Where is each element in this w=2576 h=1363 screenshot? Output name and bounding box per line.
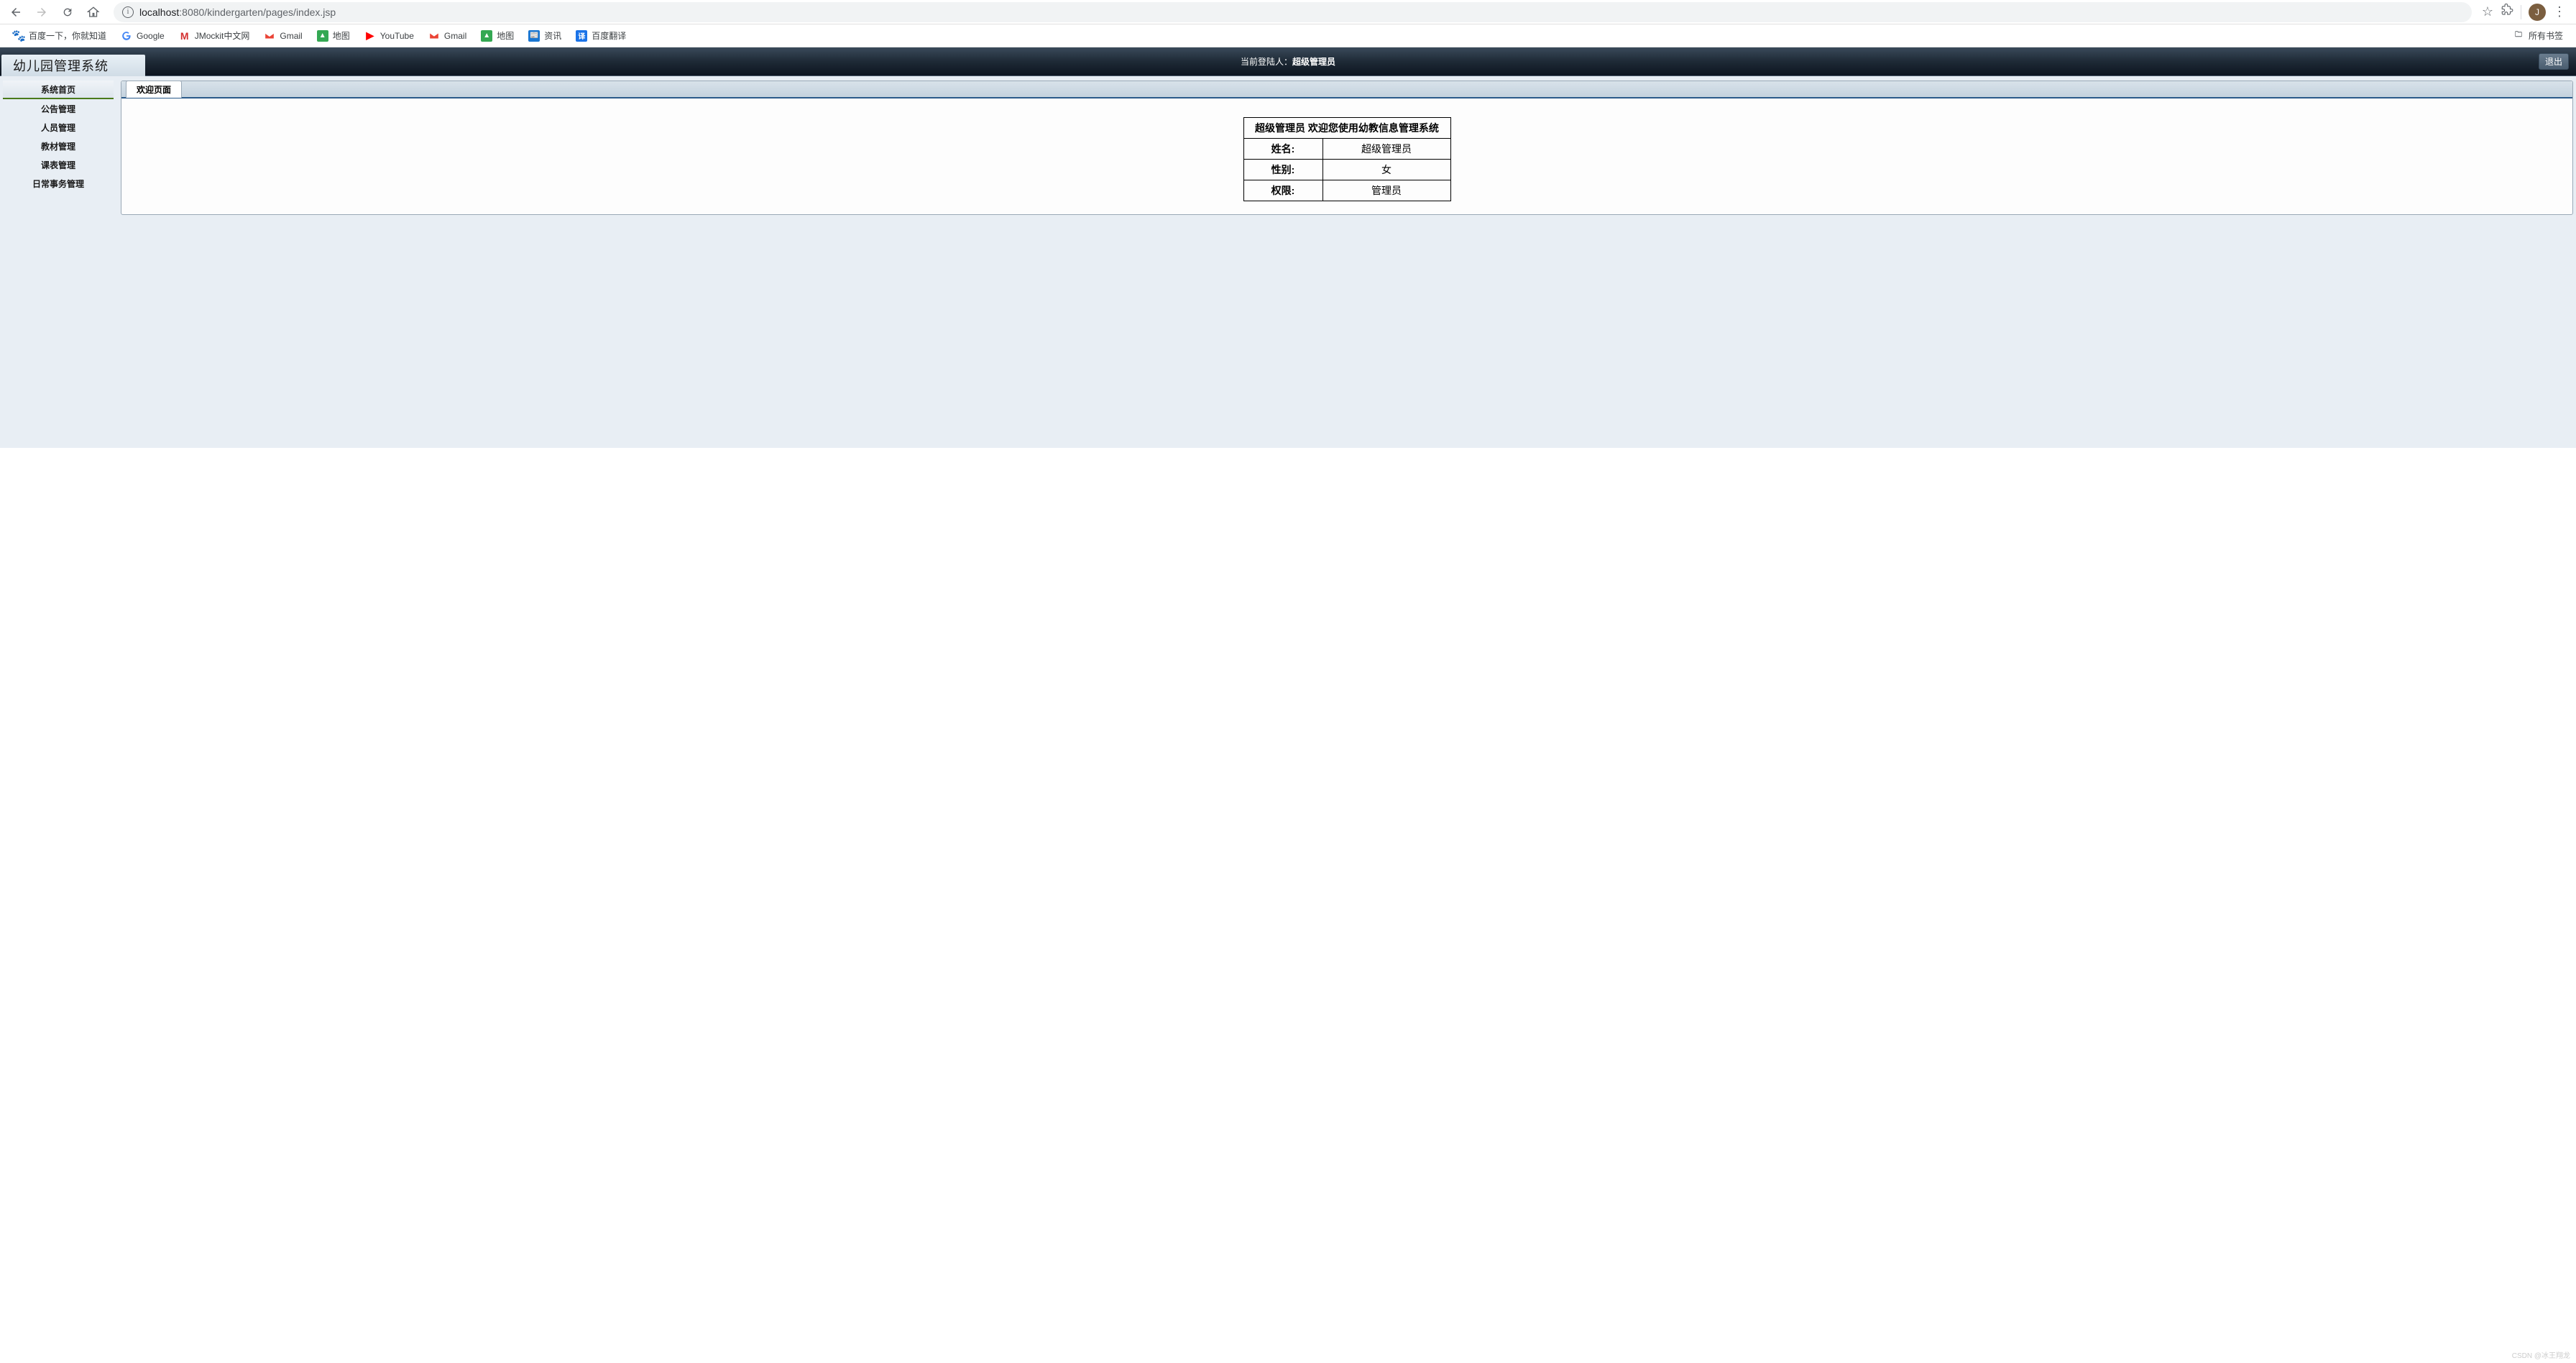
bookmark-label: Gmail xyxy=(444,31,466,41)
forward-button[interactable] xyxy=(32,2,52,22)
site-info-icon[interactable]: i xyxy=(122,6,134,18)
bookmark-label: 资讯 xyxy=(544,29,561,42)
bookmark-google[interactable]: Google xyxy=(115,27,170,45)
sidebar: 系统首页 公告管理 人员管理 教材管理 课表管理 日常事务管理 xyxy=(3,81,114,215)
url-host: localhost xyxy=(139,6,179,18)
sidebar-item-label: 人员管理 xyxy=(41,121,75,134)
login-label: 当前登陆人： xyxy=(1241,57,1292,67)
tab-label: 欢迎页面 xyxy=(137,85,171,95)
row-label: 权限: xyxy=(1243,180,1322,201)
bookmark-label: 所有书签 xyxy=(2529,29,2563,42)
sidebar-item-home[interactable]: 系统首页 xyxy=(3,81,114,99)
home-button[interactable] xyxy=(83,2,104,22)
bookmark-star-icon[interactable]: ☆ xyxy=(2482,4,2493,19)
bookmark-label: Gmail xyxy=(280,31,302,41)
bookmarks-bar: 🐾百度一下，你就知道 Google MJMockit中文网 Gmail ▲地图 … xyxy=(0,24,2576,47)
menu-icon[interactable]: ⋮ xyxy=(2553,4,2566,19)
header-right: 退出 xyxy=(2539,53,2569,70)
bookmark-gmail-2[interactable]: Gmail xyxy=(423,27,472,45)
sidebar-item-label: 日常事务管理 xyxy=(32,178,84,190)
bookmark-label: YouTube xyxy=(380,31,414,41)
header-login-info: 当前登陆人：超级管理员 xyxy=(1241,47,1335,75)
main-panel: 欢迎页面 超级管理员 欢迎您使用幼教信息管理系统 姓名:超级管理员 性别:女 权… xyxy=(121,81,2573,215)
welcome-heading: 超级管理员 欢迎您使用幼教信息管理系统 xyxy=(1243,118,1450,139)
sidebar-item-daily[interactable]: 日常事务管理 xyxy=(3,174,114,193)
tab-strip: 欢迎页面 xyxy=(121,81,2572,98)
profile-avatar[interactable]: J xyxy=(2529,4,2546,21)
tab-welcome[interactable]: 欢迎页面 xyxy=(126,81,182,98)
bookmark-label: 地图 xyxy=(333,29,350,42)
sidebar-item-materials[interactable]: 教材管理 xyxy=(3,137,114,155)
bookmarks-left: 🐾百度一下，你就知道 Google MJMockit中文网 Gmail ▲地图 … xyxy=(7,27,632,45)
url-text: localhost:8080/kindergarten/pages/index.… xyxy=(139,6,336,18)
url-bar[interactable]: i localhost:8080/kindergarten/pages/inde… xyxy=(114,2,2472,22)
welcome-table: 超级管理员 欢迎您使用幼教信息管理系统 姓名:超级管理员 性别:女 权限:管理员 xyxy=(1243,117,1451,201)
sidebar-item-label: 系统首页 xyxy=(41,83,75,96)
bookmark-label: Google xyxy=(137,31,165,41)
toolbar-right: ☆ J ⋮ xyxy=(2482,4,2570,21)
bookmark-maps-2[interactable]: ▲ 地图 xyxy=(475,27,520,45)
youtube-icon: ▶ xyxy=(364,30,376,42)
table-row: 姓名:超级管理员 xyxy=(1243,139,1450,160)
all-bookmarks-button[interactable]: 🗀 所有书签 xyxy=(2507,27,2569,45)
row-label: 姓名: xyxy=(1243,139,1322,160)
bookmark-gmail-1[interactable]: Gmail xyxy=(258,27,308,45)
row-value: 管理员 xyxy=(1322,180,1450,201)
google-icon xyxy=(121,30,132,42)
row-value: 超级管理员 xyxy=(1322,139,1450,160)
app-body: 系统首页 公告管理 人员管理 教材管理 课表管理 日常事务管理 欢迎页面 超级管… xyxy=(0,76,2576,219)
bookmark-news[interactable]: 📰 资讯 xyxy=(523,27,567,45)
extensions-icon[interactable] xyxy=(2501,4,2513,20)
table-row: 权限:管理员 xyxy=(1243,180,1450,201)
url-path: :8080/kindergarten/pages/index.jsp xyxy=(179,6,336,18)
bookmark-translate[interactable]: 译百度翻译 xyxy=(570,27,632,45)
app-logo: 幼儿园管理系统 xyxy=(13,56,109,75)
translate-icon: 译 xyxy=(576,30,587,42)
gmail-icon xyxy=(264,30,275,42)
watermark: CSDN @冰王翔龙 xyxy=(2512,1349,2570,1360)
row-label: 性别: xyxy=(1243,160,1322,180)
news-icon: 📰 xyxy=(528,30,540,42)
folder-icon: 🗀 xyxy=(2513,30,2524,42)
bookmark-label: JMockit中文网 xyxy=(195,29,250,42)
table-row: 性别:女 xyxy=(1243,160,1450,180)
bookmark-label: 百度一下，你就知道 xyxy=(29,29,106,42)
bookmark-label: 百度翻译 xyxy=(592,29,626,42)
app-container: 幼儿园管理系统 当前登陆人：超级管理员 退出 系统首页 公告管理 人员管理 教材… xyxy=(0,47,2576,448)
bookmark-baidu[interactable]: 🐾 百度一下，你就知道 xyxy=(7,27,112,45)
sidebar-item-schedule[interactable]: 课表管理 xyxy=(3,155,114,174)
row-value: 女 xyxy=(1322,160,1450,180)
baidu-icon: 🐾 xyxy=(13,30,24,42)
maps-icon: ▲ xyxy=(317,30,328,42)
reload-button[interactable] xyxy=(58,2,78,22)
bookmark-label: 地图 xyxy=(497,29,514,42)
sidebar-item-announcement[interactable]: 公告管理 xyxy=(3,99,114,118)
login-user: 超级管理员 xyxy=(1292,57,1335,67)
jmockit-icon: M xyxy=(179,30,190,42)
gmail-icon xyxy=(428,30,440,42)
bookmark-youtube[interactable]: ▶ YouTube xyxy=(359,27,420,45)
app-header: 幼儿园管理系统 当前登陆人：超级管理员 退出 xyxy=(0,47,2576,76)
panel-content: 超级管理员 欢迎您使用幼教信息管理系统 姓名:超级管理员 性别:女 权限:管理员 xyxy=(121,98,2572,214)
browser-toolbar: i localhost:8080/kindergarten/pages/inde… xyxy=(0,0,2576,24)
sidebar-item-label: 教材管理 xyxy=(41,140,75,152)
bookmark-jmockit[interactable]: M JMockit中文网 xyxy=(173,27,256,45)
maps-icon: ▲ xyxy=(481,30,492,42)
bookmark-maps-1[interactable]: ▲ 地图 xyxy=(311,27,356,45)
logout-button[interactable]: 退出 xyxy=(2539,53,2569,70)
sidebar-item-personnel[interactable]: 人员管理 xyxy=(3,118,114,137)
app-title-band: 幼儿园管理系统 xyxy=(1,55,145,76)
back-button[interactable] xyxy=(6,2,26,22)
sidebar-item-label: 课表管理 xyxy=(41,159,75,171)
sidebar-item-label: 公告管理 xyxy=(41,103,75,115)
